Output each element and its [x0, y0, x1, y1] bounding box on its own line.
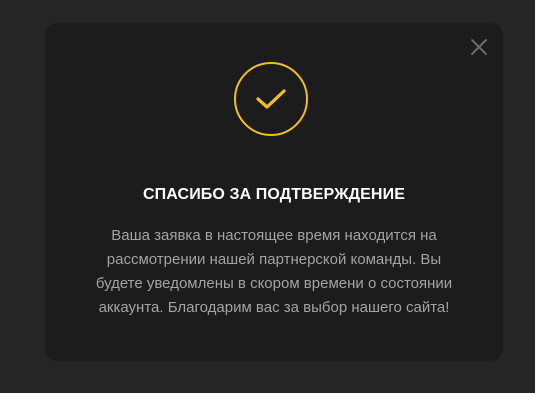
- success-badge: [234, 62, 308, 136]
- message-line: рассмотрении нашей партнерской команды. …: [106, 251, 442, 268]
- message-line: Ваша заявка в настоящее время находится …: [111, 227, 437, 244]
- message-line: аккаунта. Благодарим вас за выбор нашего…: [98, 299, 450, 316]
- close-icon: [471, 39, 487, 55]
- checkmark-icon: [256, 89, 286, 109]
- confirmation-modal: СПАСИБО ЗА ПОДТВЕРЖДЕНИЕ Ваша заявка в н…: [45, 23, 503, 361]
- modal-title: СПАСИБО ЗА ПОДТВЕРЖДЕНИЕ: [143, 186, 405, 203]
- close-button[interactable]: [469, 37, 489, 57]
- message-line: будете уведомлены в скором времени о сос…: [95, 275, 453, 292]
- modal-message: Ваша заявка в настоящее время находится …: [65, 224, 483, 320]
